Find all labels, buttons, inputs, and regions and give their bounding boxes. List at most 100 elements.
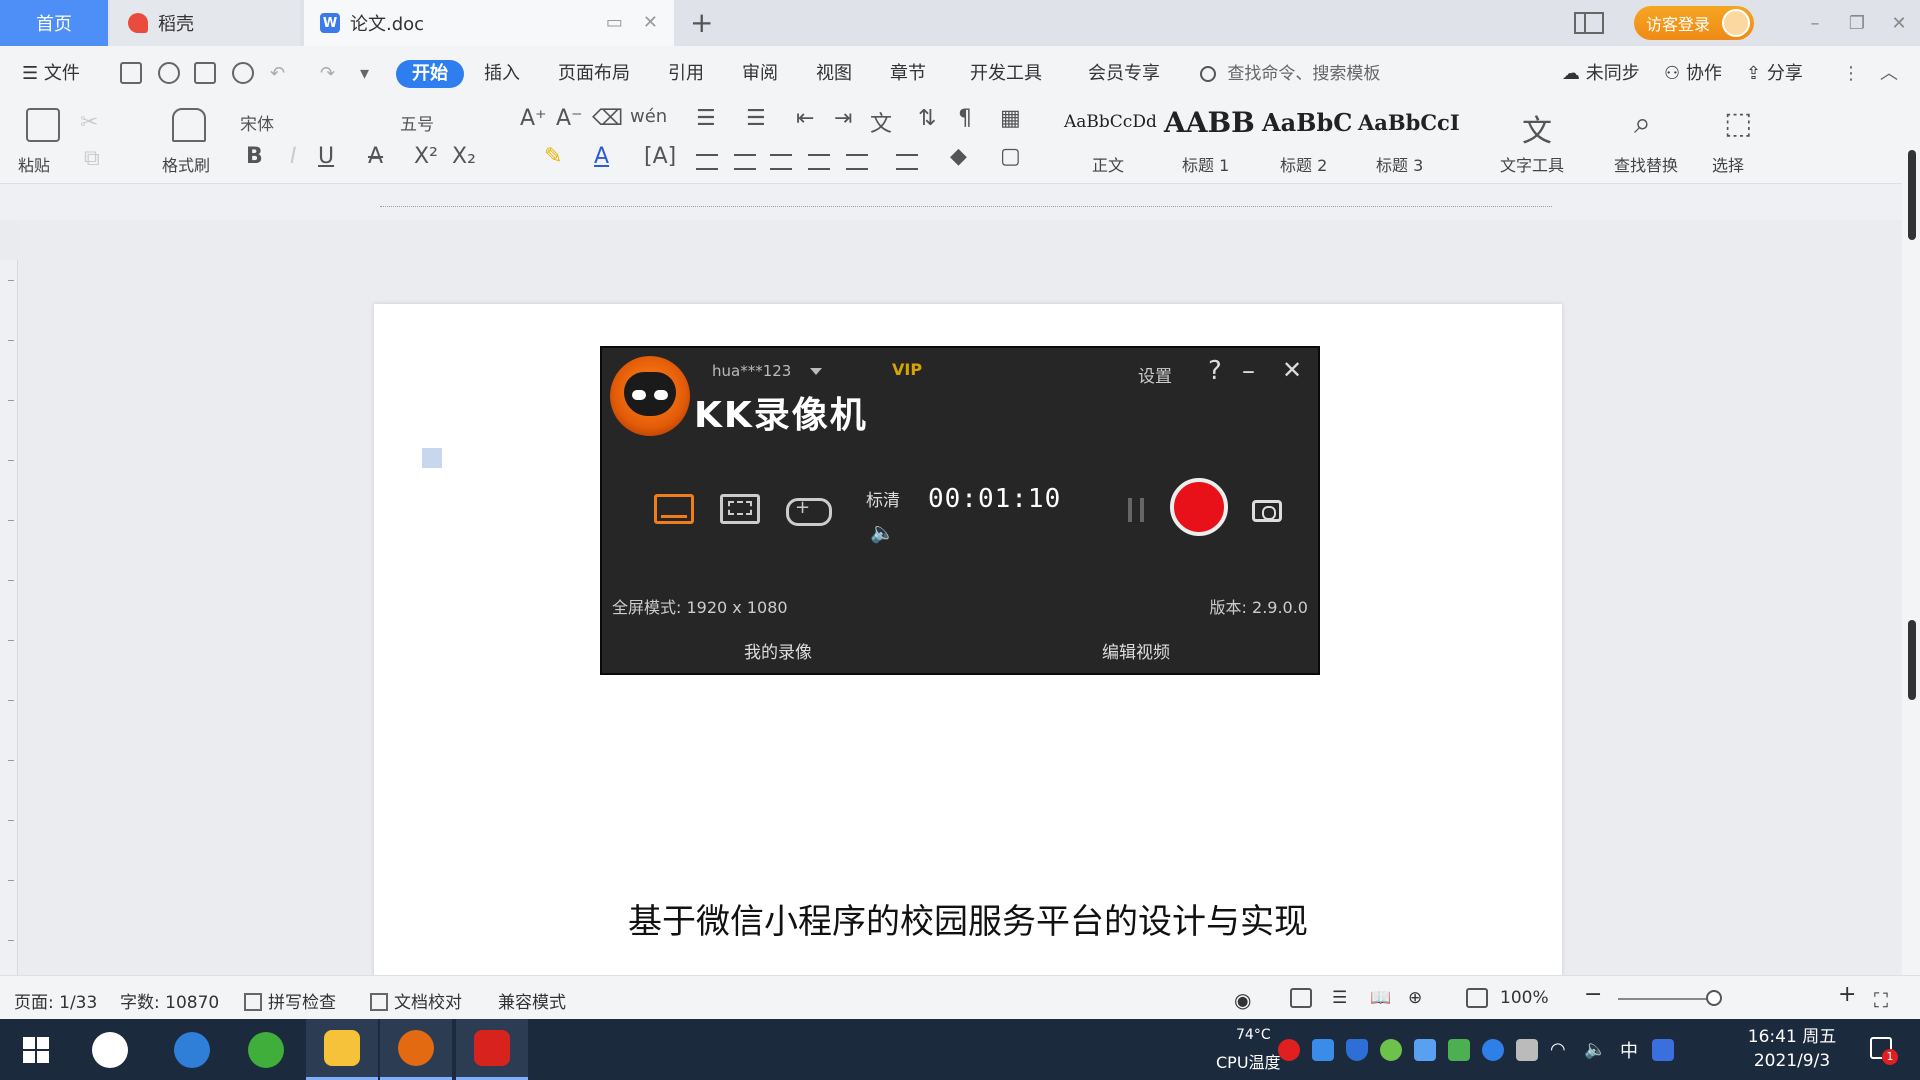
menu-insert[interactable]: 插入 <box>484 60 520 88</box>
fullscreen-icon[interactable]: ⛶ <box>1874 988 1888 1012</box>
record-button[interactable] <box>1170 478 1228 536</box>
region-mode-icon[interactable] <box>720 494 760 524</box>
sort-icon[interactable]: ⇅ <box>918 106 936 131</box>
paste-icon[interactable] <box>26 108 60 142</box>
menu-devtools[interactable]: 开发工具 <box>970 60 1042 88</box>
restore-window-button[interactable]: ❐ <box>1836 13 1878 34</box>
decrease-indent-icon[interactable]: ⇤ <box>796 106 814 131</box>
login-button[interactable]: 访客登录 <box>1634 6 1754 40</box>
web-view-icon[interactable]: ⊕ <box>1408 988 1422 1008</box>
style-heading3-preview[interactable]: AaBbCcI <box>1358 110 1460 135</box>
justify-icon[interactable] <box>808 154 830 170</box>
tab-float-icon[interactable]: ▭ <box>606 12 623 33</box>
outline-view-icon[interactable]: ☰ <box>1332 988 1347 1008</box>
zoom-slider-handle[interactable] <box>1706 990 1722 1006</box>
scrollbar-thumb[interactable] <box>1908 620 1916 700</box>
tab-daoke[interactable]: 稻壳 <box>110 0 300 46</box>
undo-icon[interactable]: ↶ <box>270 60 285 88</box>
kk-vip-badge[interactable]: VIP <box>892 360 922 379</box>
game-mode-icon[interactable] <box>786 497 832 526</box>
tab-close-icon[interactable]: ✕ <box>643 12 658 33</box>
share-button[interactable]: ⇪ 分享 <box>1746 60 1803 88</box>
camera-icon[interactable] <box>1252 500 1282 522</box>
bluetooth-icon[interactable] <box>1482 1038 1504 1061</box>
clear-format-icon[interactable]: ⌫ <box>592 106 623 131</box>
font-color-icon[interactable]: A <box>594 144 609 169</box>
cut-icon[interactable]: ✂ <box>80 110 98 135</box>
table-icon[interactable]: ▦ <box>1000 106 1021 131</box>
start-button[interactable] <box>0 1019 72 1080</box>
style-normal-preview[interactable]: AaBbCcDd <box>1064 112 1157 132</box>
bullet-list-icon[interactable]: ☰ <box>696 106 716 131</box>
zoom-level[interactable]: 100% <box>1500 988 1549 1008</box>
shading-icon[interactable]: ◆ <box>950 144 967 169</box>
ribbon-scroll-thumb[interactable] <box>1908 150 1916 240</box>
tray-app-icon[interactable] <box>1652 1038 1674 1061</box>
battery-icon[interactable] <box>1516 1038 1538 1061</box>
volume-icon[interactable]: 🔈 <box>1584 1039 1606 1061</box>
zoom-out-button[interactable]: − <box>1584 982 1602 1007</box>
subscript-icon[interactable]: X₂ <box>452 144 476 169</box>
layout-switch-icon[interactable] <box>1574 12 1604 34</box>
kk-quality-select[interactable]: 标清 <box>866 486 900 511</box>
underline-icon[interactable]: U <box>318 144 334 169</box>
highlight-icon[interactable]: ✎ <box>544 144 562 169</box>
spellcheck-button[interactable]: 拼写检查 <box>244 988 336 1013</box>
menu-vip[interactable]: 会员专享 <box>1088 60 1160 88</box>
menu-reference[interactable]: 引用 <box>668 60 704 88</box>
kk-settings-button[interactable]: 设置 <box>1138 362 1172 387</box>
tray-app-icon[interactable] <box>1312 1038 1334 1061</box>
menu-start[interactable]: 开始 <box>396 60 464 88</box>
more-options-icon[interactable]: ⋮ <box>1842 60 1860 88</box>
command-search[interactable]: 查找命令、搜索模板 <box>1200 60 1380 88</box>
italic-icon[interactable]: I <box>290 144 297 169</box>
style-heading1-preview[interactable]: AABB <box>1164 106 1255 139</box>
style-heading2-preview[interactable]: AaBbC <box>1262 108 1352 137</box>
collaborate-button[interactable]: ⚇ 协作 <box>1664 60 1722 88</box>
text-tools-icon[interactable]: 文 <box>1522 106 1552 150</box>
align-left-icon[interactable] <box>696 154 718 170</box>
kk-user-dropdown[interactable]: hua***123 <box>712 362 823 380</box>
select-icon[interactable]: ⬚ <box>1724 106 1752 141</box>
kk-help-icon[interactable]: ? <box>1208 356 1222 386</box>
page-indicator[interactable]: 页面: 1/33 <box>14 988 97 1013</box>
zoom-slider[interactable] <box>1618 998 1718 1000</box>
sync-button[interactable]: ☁ 未同步 <box>1562 60 1640 88</box>
char-border-icon[interactable]: [A] <box>644 144 676 169</box>
new-tab-button[interactable]: + <box>690 6 713 39</box>
format-painter-icon[interactable] <box>172 108 206 142</box>
input-method-indicator[interactable]: 中 <box>1620 1037 1638 1063</box>
menu-review[interactable]: 审阅 <box>742 60 778 88</box>
close-window-button[interactable]: ✕ <box>1878 13 1920 34</box>
distribute-icon[interactable] <box>846 154 868 170</box>
nvidia-icon[interactable] <box>1448 1038 1470 1061</box>
eye-protection-icon[interactable]: ◉ <box>1234 988 1251 1012</box>
tray-app-icon[interactable] <box>1414 1038 1436 1061</box>
increase-indent-icon[interactable]: ⇥ <box>834 106 852 131</box>
tray-app-icon[interactable] <box>1380 1038 1402 1061</box>
tab-home[interactable]: 首页 <box>0 0 108 46</box>
reading-view-icon[interactable]: 📖 <box>1370 988 1391 1008</box>
taskbar-app-explorer[interactable] <box>306 1019 378 1080</box>
pause-icon[interactable] <box>1128 498 1144 522</box>
fullscreen-mode-icon[interactable] <box>654 494 694 524</box>
menu-view[interactable]: 视图 <box>816 60 852 88</box>
page-view-icon[interactable] <box>1290 988 1312 1008</box>
taskbar-app-wps[interactable] <box>456 1019 528 1080</box>
taskbar-app-ie[interactable] <box>156 1019 228 1080</box>
align-center-icon[interactable] <box>734 154 756 170</box>
shield-icon[interactable] <box>1346 1038 1368 1061</box>
tab-document[interactable]: W 论文.doc ▭ ✕ <box>304 0 674 46</box>
collapse-ribbon-icon[interactable]: ︿ <box>1880 60 1898 88</box>
word-count[interactable]: 字数: 10870 <box>120 988 219 1013</box>
speaker-icon[interactable]: 🔈 <box>870 520 895 544</box>
print-icon[interactable] <box>194 62 216 84</box>
taskbar-app-360-browser[interactable] <box>230 1019 302 1080</box>
show-marks-icon[interactable]: ¶ <box>958 106 972 131</box>
notification-center-icon[interactable]: 1 <box>1870 1037 1898 1065</box>
wifi-icon[interactable]: ◠ <box>1550 1039 1572 1061</box>
kk-close-icon[interactable]: ✕ <box>1282 356 1302 384</box>
line-spacing-icon[interactable] <box>896 154 918 170</box>
chinese-layout-icon[interactable]: 文 <box>870 106 892 138</box>
strikethrough-icon[interactable]: A <box>368 144 383 169</box>
